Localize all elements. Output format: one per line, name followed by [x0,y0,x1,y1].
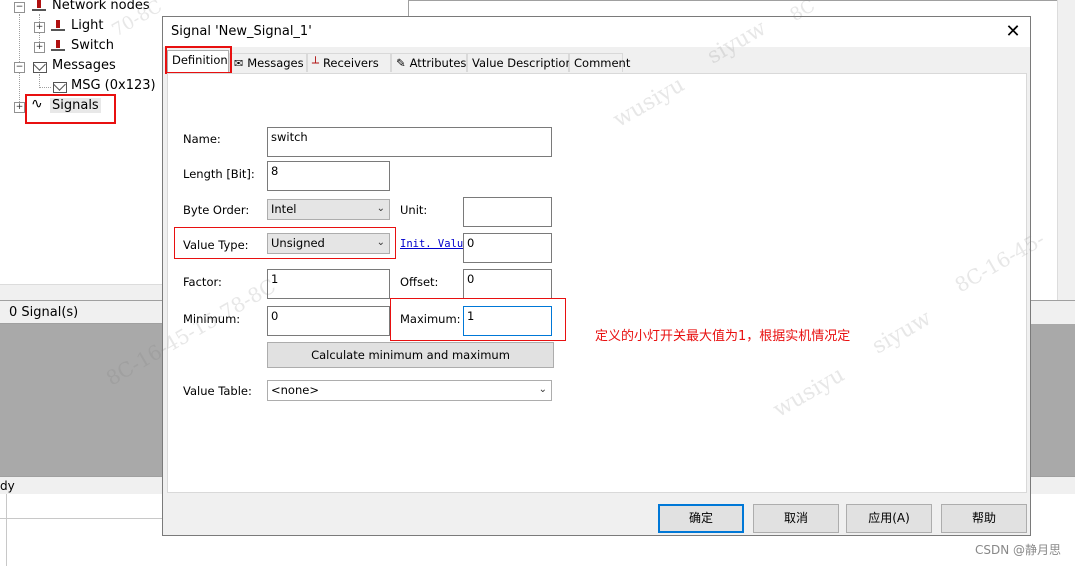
unit-field[interactable] [463,197,552,227]
ready-strip-right [1031,476,1075,495]
value-table-value: <none> [271,383,319,397]
length-field[interactable]: 8 [267,161,390,191]
maximum-label: Maximum: [400,312,461,326]
collapse-network-nodes-icon[interactable]: − [14,2,25,13]
tab-attributes[interactable]: ✎ Attributes [391,53,467,72]
factor-field[interactable]: 1 [267,269,390,299]
signal-wave-icon: ∿ [31,96,43,112]
expand-signals-icon[interactable]: + [14,102,25,113]
empty-pane [0,324,162,476]
expand-switch-icon[interactable]: + [34,42,45,53]
tab-label: Comment [574,56,631,70]
tab-value-descriptions[interactable]: Value Descriptions [467,53,579,72]
close-icon[interactable]: ✕ [1002,21,1024,43]
value-type-value: Unsigned [271,236,325,250]
tab-messages[interactable]: ✉ Messages [229,53,307,72]
tree-item-signals[interactable]: Signals [50,98,101,113]
dialog-titlebar[interactable]: Signal 'New_Signal_1' ✕ [163,17,1030,47]
bottom-pane [0,494,162,566]
right-pane-top [409,0,1075,17]
vertical-scrollbar[interactable] [1057,0,1075,300]
envelope-icon [33,62,47,73]
cancel-button[interactable]: 取消 [753,504,839,533]
tab-label: Messages [247,56,304,70]
signal-count-status: 0 Signal(s) [0,300,162,324]
node-icon [51,20,65,32]
chevron-down-icon: ⌄ [538,384,547,395]
tab-label: Value Descriptions [472,56,579,70]
offset-field[interactable]: 0 [463,269,552,299]
name-field[interactable]: switch [267,127,552,157]
collapse-messages-icon[interactable]: − [14,62,25,73]
value-table-select[interactable]: <none> ⌄ [267,380,552,401]
chevron-down-icon: ⌄ [376,203,385,214]
minimum-field[interactable]: 0 [267,306,390,336]
value-type-label: Value Type: [183,238,249,252]
tree-item-network-nodes[interactable]: Network nodes [52,0,150,13]
definition-panel: Name: switch Length [Bit]: 8 Byte Order:… [167,73,1027,493]
minimum-label: Minimum: [183,312,241,326]
value-table-label: Value Table: [183,384,252,398]
envelope-icon: ✉ [234,57,244,70]
ok-button[interactable]: 确定 [658,504,744,533]
byte-order-value: Intel [271,202,297,216]
node-icon: ┴ [312,56,319,70]
tab-comment[interactable]: Comment [569,53,630,72]
unit-label: Unit: [400,203,428,217]
tree-item-light[interactable]: Light [71,18,103,33]
help-button[interactable]: 帮助 [941,504,1027,533]
ready-status: dy [0,476,162,495]
factor-label: Factor: [183,275,222,289]
maximum-field[interactable]: 1 [463,306,552,336]
tree-item-switch[interactable]: Switch [71,38,114,53]
signal-dialog: Signal 'New_Signal_1' ✕ Definition ✉ Mess… [162,16,1031,536]
byte-order-select[interactable]: Intel ⌄ [267,199,390,220]
status-strip-right [1031,300,1075,326]
expand-light-icon[interactable]: + [34,22,45,33]
tab-definition[interactable]: Definition [167,50,229,72]
apply-button[interactable]: 应用(A) [846,504,932,533]
dialog-title: Signal 'New_Signal_1' [171,24,312,39]
init-value-field[interactable]: 0 [463,233,552,263]
name-label: Name: [183,132,221,146]
tab-label: Receivers [322,56,379,70]
tab-label: Attributes [409,56,467,70]
value-type-select[interactable]: Unsigned ⌄ [267,233,390,254]
init-value-link[interactable]: Init. Value [400,238,463,250]
byte-order-label: Byte Order: [183,203,250,217]
empty-pane-right [1031,324,1075,476]
length-label: Length [Bit]: [183,167,255,181]
tree-item-messages[interactable]: Messages [52,58,116,73]
offset-label: Offset: [400,275,439,289]
tab-receivers[interactable]: ┴ Receivers [307,53,391,72]
network-node-icon [32,0,46,12]
tab-label: Definition [172,53,228,67]
chevron-down-icon: ⌄ [376,237,385,248]
csdn-credit: CSDN @静月思 [974,543,1061,557]
calculate-min-max-button[interactable]: Calculate minimum and maximum [267,342,554,368]
node-icon [51,40,65,52]
annotation-note: 定义的小灯开关最大值为1，根据实机情况定 [595,329,851,344]
pencil-icon: ✎ [396,56,406,70]
tree-item-msg[interactable]: MSG (0x123) [71,78,156,93]
envelope-icon [53,82,67,93]
